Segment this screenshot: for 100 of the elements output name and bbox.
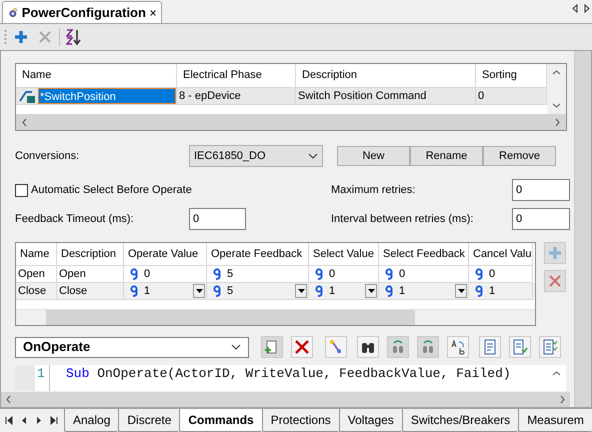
- dropdown-button[interactable]: [295, 284, 307, 298]
- cross-icon: [37, 29, 53, 45]
- table-cell-text: 0: [399, 266, 406, 282]
- field-label: Interval between retries (ms):: [331, 212, 474, 227]
- chevron-down-icon: [308, 153, 318, 159]
- grip-icon: [4, 28, 7, 46]
- tab-title: PowerConfiguration: [22, 4, 146, 22]
- close-icon[interactable]: [150, 8, 156, 18]
- document-icon: [482, 339, 498, 355]
- table-cell-text: 1: [399, 284, 406, 299]
- script-tool-button[interactable]: [509, 336, 531, 358]
- next-icon[interactable]: [35, 416, 43, 425]
- script-tool-button[interactable]: [539, 336, 561, 358]
- number-icon: [475, 285, 484, 297]
- dropdown-button[interactable]: [455, 284, 467, 298]
- sheet-tab[interactable]: Protections: [262, 409, 339, 432]
- caret-icon: [298, 289, 304, 293]
- horizontal-scrollbar[interactable]: [46, 310, 415, 325]
- chevron-down-icon: [231, 344, 241, 350]
- column-header[interactable]: Electrical Phase: [177, 64, 296, 88]
- sheet-tab[interactable]: Switches/Breakers: [402, 409, 518, 432]
- script-tool-button[interactable]: [357, 336, 379, 358]
- breakpoint-margin: [15, 365, 35, 391]
- cross-icon: [547, 273, 563, 289]
- horizontal-scrollbar[interactable]: [1, 392, 570, 407]
- table-row[interactable]: Close Close 1 5 1 1 1: [16, 283, 535, 300]
- action-button[interactable]: Remove: [483, 146, 556, 166]
- column-header[interactable]: Description: [296, 64, 476, 88]
- action-button[interactable]: Rename: [410, 146, 483, 166]
- caret-icon: [458, 289, 464, 293]
- checkbox-label: Automatic Select Before Operate: [31, 182, 192, 198]
- document-list-icon: [542, 339, 558, 355]
- caret-icon: [196, 289, 202, 293]
- plus-icon: [13, 29, 29, 45]
- field-label: Maximum retries:: [331, 182, 416, 198]
- dropdown-button[interactable]: [365, 284, 377, 298]
- sort-icon: [66, 29, 82, 45]
- dropdown-button[interactable]: [193, 284, 205, 298]
- action-button[interactable]: New: [337, 146, 410, 166]
- field-label: Conversions:: [15, 148, 80, 164]
- script-tool-button[interactable]: [447, 336, 469, 358]
- last-icon[interactable]: [50, 416, 58, 425]
- document-tab[interactable]: PowerConfiguration: [2, 1, 162, 23]
- command-icon: [18, 88, 36, 104]
- table-row[interactable]: Open Open 0 5 0 0 0: [16, 266, 535, 283]
- sheet-tab[interactable]: Analog: [64, 409, 118, 432]
- first-icon[interactable]: [5, 416, 13, 425]
- table-cell: Switch Position Command: [296, 88, 476, 105]
- sheet-tab[interactable]: Voltages: [338, 409, 402, 432]
- number-icon: [385, 285, 394, 297]
- previous-icon[interactable]: [20, 416, 28, 425]
- line-number: 1: [37, 365, 46, 383]
- table-cell: 8 - epDevice: [177, 88, 296, 105]
- conversions-dropdown[interactable]: IEC61850_DO: [189, 145, 323, 167]
- number-icon: [130, 285, 139, 297]
- table-cell: Close: [57, 283, 124, 300]
- script-tool-button[interactable]: [291, 336, 313, 358]
- scroll-right-icon[interactable]: [584, 4, 590, 13]
- number-icon: [213, 285, 222, 297]
- find-previous-icon: [390, 339, 406, 355]
- horizontal-scrollbar[interactable]: [16, 114, 566, 130]
- field-label: Feedback Timeout (ms):: [15, 212, 135, 227]
- vertical-scrollbar[interactable]: [547, 64, 566, 114]
- table-cell-text: 1: [144, 284, 152, 299]
- sheet-tab[interactable]: Discrete: [118, 409, 180, 432]
- delete-icon: [294, 339, 310, 355]
- number-icon: [130, 268, 139, 280]
- column-header[interactable]: Name: [16, 64, 177, 88]
- number-icon: [315, 268, 324, 280]
- wand-icon: [328, 339, 344, 355]
- number-icon: [385, 268, 394, 280]
- find-next-icon: [420, 339, 436, 355]
- table-cell-text: 0: [144, 266, 152, 282]
- table-cell: Close: [16, 283, 57, 300]
- table-cell-text: 0: [329, 266, 336, 282]
- number-icon: [475, 268, 484, 280]
- input-field[interactable]: 0: [512, 208, 570, 230]
- sheet-tab[interactable]: Measurem: [518, 409, 592, 432]
- caret-icon: [368, 289, 374, 293]
- table-cell-text: 5: [227, 266, 234, 282]
- replace-icon: [450, 339, 466, 355]
- table-cell-text: 1: [489, 284, 496, 299]
- input-field[interactable]: 0: [189, 208, 246, 230]
- table-cell-text: 0: [489, 266, 496, 282]
- code-line: Sub OnOperate(ActorID, WriteValue, FeedbackValue, Failed): [66, 365, 512, 383]
- scroll-left-icon[interactable]: [572, 4, 578, 13]
- document-check-icon: [512, 339, 528, 355]
- number-icon: [315, 285, 324, 297]
- number-icon: [213, 268, 222, 280]
- input-field[interactable]: 0: [512, 179, 570, 201]
- checkbox[interactable]: [15, 184, 28, 196]
- script-tool-button[interactable]: [479, 336, 501, 358]
- table-cell-text: 1: [329, 284, 336, 299]
- sheet-tab[interactable]: Commands: [179, 409, 262, 432]
- event-dropdown[interactable]: OnOperate: [15, 336, 249, 358]
- vertical-scrollbar[interactable]: [574, 51, 591, 407]
- table-cell-text: 5: [227, 284, 234, 299]
- column-header[interactable]: Sorting: [476, 64, 547, 88]
- plus-icon: [547, 245, 563, 261]
- table-cell[interactable]: *SwitchPosition: [38, 88, 176, 104]
